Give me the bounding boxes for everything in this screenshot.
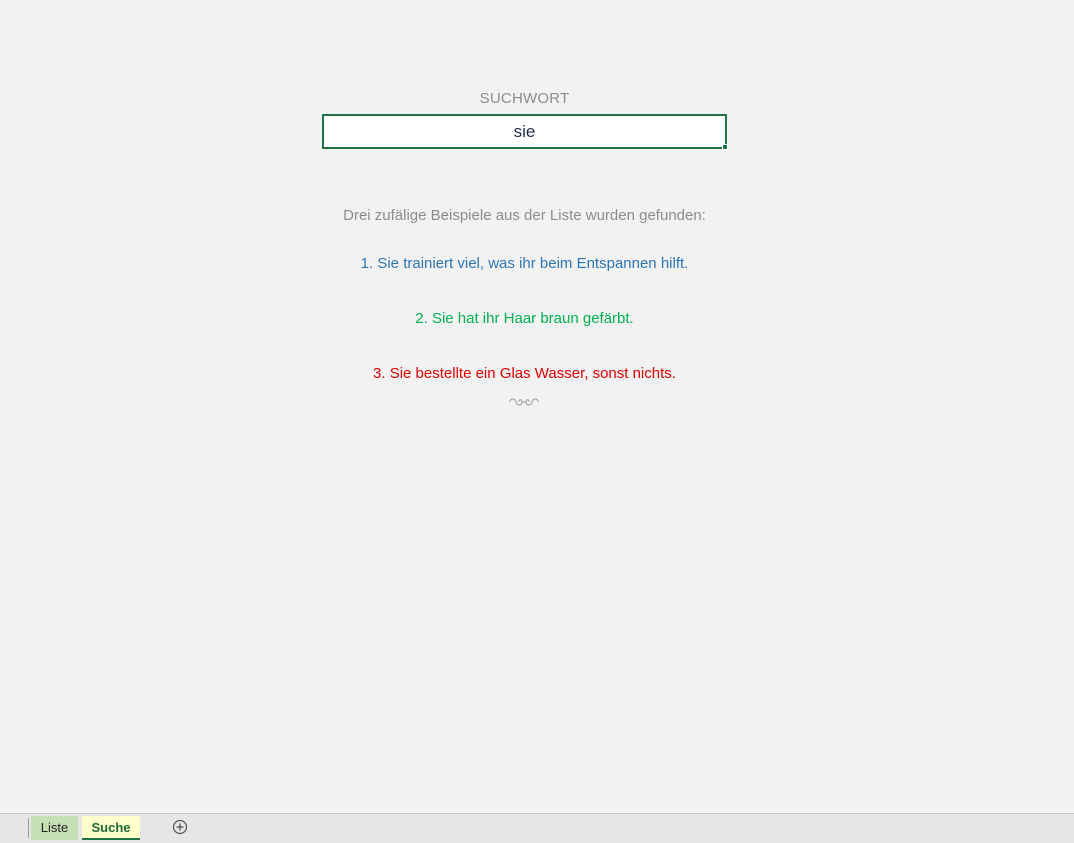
result-item-3: 3. Sie bestellte ein Glas Wasser, sonst … <box>373 365 676 382</box>
search-input-cell[interactable]: sie <box>322 114 727 149</box>
plus-circle-icon[interactable] <box>172 819 188 835</box>
search-label: SUCHWORT <box>479 90 570 107</box>
result-item-2: 2. Sie hat ihr Haar braun gefärbt. <box>415 310 634 327</box>
fill-handle[interactable] <box>722 144 728 150</box>
sheet-tab-bar: Liste Suche <box>0 813 1074 843</box>
ornament-divider-icon <box>504 396 544 411</box>
results-intro: Drei zufälige Beispiele aus der Liste wu… <box>343 207 706 224</box>
result-item-1: 1. Sie trainiert viel, was ihr beim Ents… <box>360 255 689 272</box>
worksheet-area[interactable]: SUCHWORT sie Drei zufälige Beispiele aus… <box>0 0 1074 813</box>
tab-separator <box>28 818 29 838</box>
tab-liste[interactable]: Liste <box>31 816 78 840</box>
tab-suche[interactable]: Suche <box>82 816 140 840</box>
